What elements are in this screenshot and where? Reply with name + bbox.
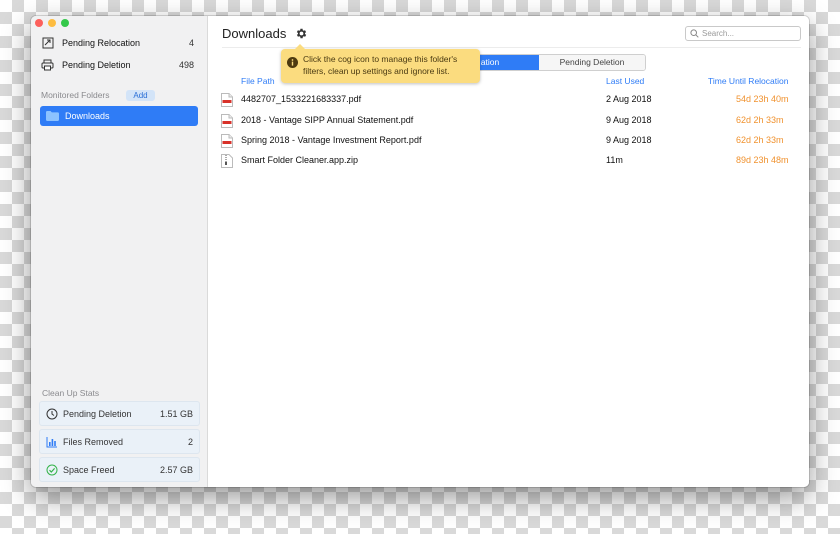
sidebar-item-pending-relocation[interactable]: Pending Relocation 4 — [41, 34, 194, 52]
stat-value: 2 — [187, 436, 193, 447]
sidebar-folder-downloads[interactable]: Downloads — [40, 106, 198, 126]
clock-icon — [46, 408, 58, 420]
tooltip-caret — [295, 44, 305, 49]
checkmark-icon — [46, 464, 58, 476]
file-path-cell: 4482707_1533221683337.pdf — [241, 94, 362, 104]
page-title: Downloads — [222, 26, 287, 41]
zip-icon — [221, 154, 233, 168]
stat-pending-deletion: Pending Deletion 1.51 GB — [39, 401, 200, 426]
folder-label: Downloads — [65, 111, 110, 121]
maximize-window-button[interactable] — [61, 19, 69, 27]
file-path-cell: Smart Folder Cleaner.app.zip — [241, 155, 359, 165]
sidebar-item-label: Pending Deletion — [62, 60, 131, 70]
cog-icon[interactable] — [295, 27, 308, 40]
sidebar-item-count: 498 — [178, 60, 194, 70]
column-header-last-used[interactable]: Last Used — [606, 76, 644, 86]
pdf-icon — [221, 114, 233, 128]
printer-icon — [41, 59, 54, 72]
table-row[interactable]: 2018 - Vantage SIPP Annual Statement.pdf… — [221, 112, 801, 130]
last-used-cell: 2 Aug 2018 — [606, 94, 652, 104]
add-folder-button[interactable]: Add — [126, 90, 155, 101]
clean-up-stats-heading: Clean Up Stats — [42, 388, 100, 398]
relocation-icon — [41, 37, 54, 50]
tooltip-text: Click the cog icon to manage this folder… — [303, 54, 458, 76]
sidebar-item-count: 4 — [188, 38, 194, 48]
table-row[interactable]: Spring 2018 - Vantage Investment Report.… — [221, 132, 801, 150]
time-until-cell: 62d 2h 33m — [736, 135, 784, 145]
tab-pending-deletion[interactable]: Pending Deletion — [539, 55, 645, 70]
bar-chart-icon — [46, 436, 58, 448]
monitored-folders-heading: Monitored Folders — [41, 90, 110, 100]
stat-value: 2.57 GB — [159, 464, 193, 475]
stat-value: 1.51 GB — [159, 408, 193, 419]
stat-label: Files Removed — [63, 436, 124, 447]
info-icon — [287, 57, 298, 68]
file-path-cell: 2018 - Vantage SIPP Annual Statement.pdf — [241, 115, 414, 125]
search-field[interactable] — [685, 26, 801, 41]
file-path-cell: Spring 2018 - Vantage Investment Report.… — [241, 135, 422, 145]
window-controls — [35, 19, 69, 27]
sidebar-item-pending-deletion[interactable]: Pending Deletion 498 — [41, 56, 194, 74]
last-used-cell: 11m — [606, 155, 623, 165]
header-divider — [222, 47, 801, 48]
table-row[interactable]: 4482707_1533221683337.pdf 2 Aug 2018 54d 2… — [221, 91, 801, 109]
column-header-time-until[interactable]: Time Until Relocation — [708, 76, 788, 86]
pdf-icon — [221, 93, 233, 107]
sidebar-item-label: Pending Relocation — [62, 38, 141, 48]
stat-space-freed: Space Freed 2.57 GB — [39, 457, 200, 482]
stat-label: Pending Deletion — [63, 408, 132, 419]
folder-icon — [46, 111, 60, 121]
stat-label: Space Freed — [63, 464, 115, 475]
minimize-window-button[interactable] — [48, 19, 56, 27]
time-until-cell: 62d 2h 33m — [736, 115, 784, 125]
app-window: Pending Relocation 4 Pending Deletion 49… — [31, 16, 809, 487]
cog-tooltip: Click the cog icon to manage this folder… — [281, 44, 480, 83]
time-until-cell: 89d 23h 48m — [736, 155, 789, 165]
sidebar: Pending Relocation 4 Pending Deletion 49… — [31, 16, 208, 487]
column-header-file-path[interactable]: File Path — [241, 76, 275, 86]
time-until-cell: 54d 23h 40m — [736, 94, 789, 104]
last-used-cell: 9 Aug 2018 — [606, 135, 652, 145]
close-window-button[interactable] — [35, 19, 43, 27]
pdf-icon — [221, 134, 233, 148]
last-used-cell: 9 Aug 2018 — [606, 115, 652, 125]
search-input[interactable] — [702, 29, 797, 38]
stat-files-removed: Files Removed 2 — [39, 429, 200, 454]
search-icon — [690, 29, 699, 38]
main-panel: Downloads ation Pending Deletion Click t… — [208, 16, 809, 487]
table-row[interactable]: Smart Folder Cleaner.app.zip 11m 89d 23h 4… — [221, 152, 801, 170]
